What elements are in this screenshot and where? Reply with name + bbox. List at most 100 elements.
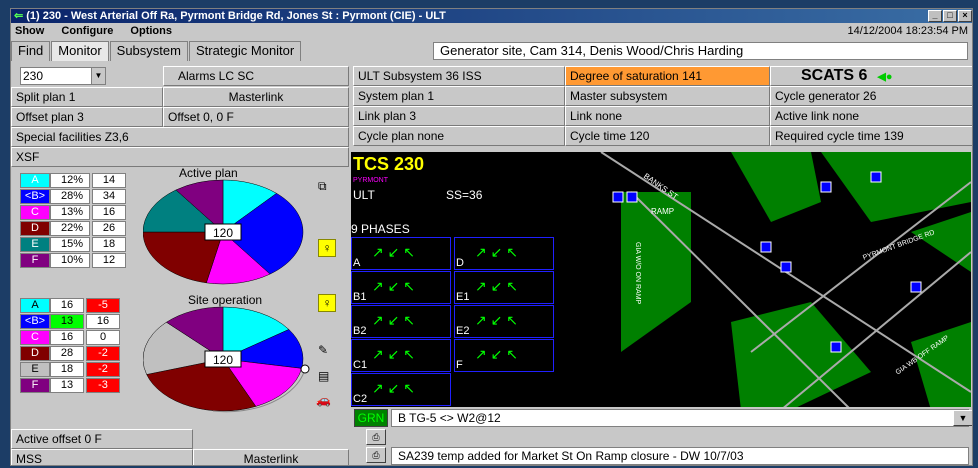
phase-actual: 18 [50, 362, 84, 377]
movement-arrows-icon: ↗ ↙ ↖ [372, 346, 415, 362]
tab-strategic-monitor[interactable]: Strategic Monitor [188, 41, 302, 61]
phase-label: <B> [20, 189, 50, 204]
phases-label: 9 PHASES [351, 222, 410, 236]
phase-cell-label: E1 [456, 291, 470, 303]
maximize-button[interactable]: □ [943, 10, 957, 22]
site-operation-row: <B> 13 16 [20, 314, 140, 329]
paint-icon[interactable]: ✎ [318, 343, 328, 357]
scats-version: SCATS 6 ◀● [770, 66, 972, 86]
scats-window: ⇐ (1) 230 - West Arterial Off Ra, Pyrmont… [10, 8, 973, 466]
phase-cell[interactable]: C1 ↗ ↙ ↖ [351, 339, 451, 372]
movement-arrows-icon: ↗ ↙ ↖ [475, 346, 518, 362]
tcs-ss: SS=36 [446, 188, 483, 202]
offset-field: Offset 0, 0 F [163, 107, 349, 127]
site-select[interactable]: 230 ▼ [20, 67, 106, 85]
phase-cell-label: A [353, 257, 361, 269]
phase-cell[interactable]: B2 ↗ ↙ ↖ [351, 305, 451, 338]
phase-seconds: 16 [92, 205, 126, 220]
phase-cell[interactable]: A ↗ ↙ ↖ [351, 237, 451, 270]
phase-label: D [20, 346, 50, 361]
masterlink-button[interactable]: Masterlink [163, 87, 349, 107]
master-subsystem-field: Master subsystem [565, 86, 770, 106]
menu-configure[interactable]: Configure [61, 25, 113, 37]
site-description-field[interactable]: Generator site, Cam 314, Denis Wood/Chri… [433, 42, 968, 60]
phase-cell[interactable]: C2 ↗ ↙ ↖ [351, 373, 451, 406]
active-plan-row: E 15% 18 [20, 237, 140, 252]
phase-difference: -2 [86, 346, 120, 361]
cycle-label: 120 [213, 226, 233, 240]
phase-actual: 13 [50, 314, 84, 329]
minimize-button[interactable]: _ [928, 10, 942, 22]
site-operation-row: C 16 0 [20, 330, 140, 345]
phase-cell[interactable]: B1 ↗ ↙ ↖ [351, 271, 451, 304]
phase-seconds: 26 [92, 221, 126, 236]
print-icon[interactable]: ⎙ [366, 429, 386, 445]
movement-arrows-icon: ↗ ↙ ↖ [372, 380, 415, 396]
phase-cell[interactable]: D ↗ ↙ ↖ [454, 237, 554, 270]
phase-difference: 16 [86, 314, 120, 329]
copy-icon[interactable]: ⧉ [318, 179, 327, 194]
site-operation-pie: 120 [143, 306, 310, 413]
alarms-field: Alarms LC SC [163, 66, 349, 86]
phase-label: <B> [20, 314, 50, 329]
phase-cell-label: C2 [353, 393, 368, 405]
menu-bar: Show Configure Options [11, 23, 972, 39]
phase-cell[interactable]: F ↗ ↙ ↖ [454, 339, 554, 372]
mss-field: MSS [11, 449, 193, 465]
print-icon[interactable]: ⎙ [366, 447, 386, 463]
degree-of-saturation-field: Degree of saturation 141 [565, 66, 770, 86]
site-operation-row: D 28 -2 [20, 346, 140, 361]
status-panel: GRN B TG-5 <> W2@12 ▼ ⎙ ⎙ SA239 temp add… [351, 407, 972, 465]
chevron-down-icon[interactable]: ▼ [91, 68, 105, 84]
site-number: 230 [23, 69, 44, 83]
ramp-label: RAMP [651, 207, 675, 216]
phase-actual: 13 [50, 378, 84, 393]
document-icon[interactable]: ▤ [318, 369, 329, 383]
tab-subsystem[interactable]: Subsystem [109, 41, 188, 61]
intersection-view[interactable]: TCS 230 PYRMONT ULT SS=36 9 PHASES A ↗ ↙ … [351, 152, 971, 410]
cycle-generator-field: Cycle generator 26 [770, 86, 972, 106]
phase-cell-label: E2 [456, 325, 470, 337]
phase-seconds: 34 [92, 189, 126, 204]
masterlink-bottom-button[interactable]: Masterlink [193, 449, 349, 465]
link-field: Link none [565, 106, 770, 126]
required-cycle-time-field: Required cycle time 139 [770, 126, 972, 146]
menu-show[interactable]: Show [15, 25, 44, 37]
active-plan-row: A 12% 14 [20, 173, 140, 188]
phase-grid: A ↗ ↙ ↖ D ↗ ↙ ↖ B1 ↗ ↙ ↖ E1 ↗ ↙ ↖ B2 ↗ ↙ ↖ E2 ↗ ↙ ↖… [351, 237, 556, 407]
movement-arrows-icon: ↗ ↙ ↖ [372, 244, 415, 260]
phase-actual: 16 [50, 298, 84, 313]
xsf-field: XSF [11, 147, 349, 167]
site-operation-row: F 13 -3 [20, 378, 140, 393]
phase-difference: -2 [86, 362, 120, 377]
phase-percent: 13% [50, 205, 90, 220]
tab-find[interactable]: Find [11, 41, 51, 61]
phase-percent: 15% [50, 237, 90, 252]
chevron-down-icon[interactable]: ▼ [953, 410, 972, 426]
movement-arrows-icon: ↗ ↙ ↖ [372, 278, 415, 294]
tcs-ult: ULT [353, 188, 375, 202]
phase-difference: -5 [86, 298, 120, 313]
active-plan-pie: 120 [143, 179, 304, 285]
tcs-title: TCS 230 [353, 154, 425, 174]
active-plan-table: A 12% 14 <B> 28% 34 C 13% 16 D 22% 26 E 15% 18 F 10% 12 [20, 173, 140, 269]
status-light-icon: ◀● [877, 71, 893, 83]
close-button[interactable]: × [958, 10, 972, 22]
phase-label: A [20, 298, 50, 313]
lightbulb-icon[interactable]: ♀ [318, 294, 336, 312]
movement-arrows-icon: ↗ ↙ ↖ [372, 312, 415, 328]
tab-monitor[interactable]: Monitor [51, 41, 109, 61]
phase-status-field: B TG-5 <> W2@12 [391, 409, 969, 427]
phase-cell[interactable]: E1 ↗ ↙ ↖ [454, 271, 554, 304]
car-icon[interactable]: 🚗 [316, 393, 331, 407]
phase-label: E [20, 237, 50, 252]
cycle-plan-field: Cycle plan none [353, 126, 565, 146]
ult-subsystem-field: ULT Subsystem 36 ISS [353, 66, 565, 86]
menu-options[interactable]: Options [130, 25, 172, 37]
tab-bar: Find Monitor Subsystem Strategic Monitor [11, 41, 302, 61]
site-operation-row: E 18 -2 [20, 362, 140, 377]
phase-cell[interactable]: E2 ↗ ↙ ↖ [454, 305, 554, 338]
phase-label: D [20, 221, 50, 236]
lightbulb-icon[interactable]: ♀ [318, 239, 336, 257]
movement-arrows-icon: ↗ ↙ ↖ [475, 278, 518, 294]
